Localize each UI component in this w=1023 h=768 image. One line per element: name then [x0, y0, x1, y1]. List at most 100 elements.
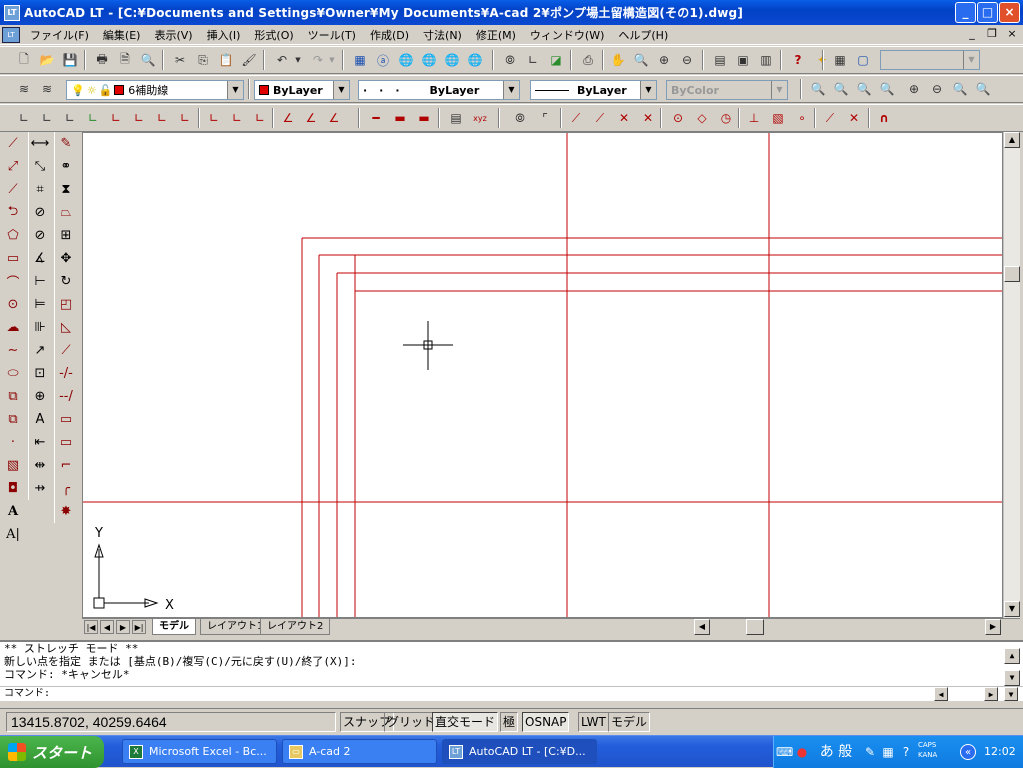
menu-insert[interactable]: 挿入(I): [200, 27, 248, 43]
stretch-icon[interactable]: ◺: [55, 316, 77, 339]
ucs-named-icon[interactable]: ∠: [301, 108, 321, 128]
redo-icon[interactable]: ↷: [308, 50, 328, 70]
ucs-3point-icon[interactable]: ∟: [106, 108, 126, 128]
polar-toggle[interactable]: 極: [500, 712, 519, 732]
rectangle-icon[interactable]: ▭: [2, 247, 24, 270]
cmd-scroll-up-icon[interactable]: ▲: [1004, 648, 1020, 664]
snap-endpoint2-icon[interactable]: ⟋: [566, 108, 586, 128]
scroll-up-icon[interactable]: ▲: [1004, 132, 1020, 148]
dimension-update-icon[interactable]: ⇹: [29, 454, 51, 477]
menu-draw[interactable]: 作成(D): [363, 27, 416, 43]
redraw-icon[interactable]: ⎙: [578, 50, 598, 70]
snap-quadrant-icon[interactable]: ◇: [692, 108, 712, 128]
autodesk-point-a-icon[interactable]: ⓐ: [373, 50, 393, 70]
ucs-apply-icon[interactable]: ∠: [278, 108, 298, 128]
dimension-text-edit-icon[interactable]: ⇤: [29, 431, 51, 454]
ray-icon[interactable]: ⟋: [2, 178, 24, 201]
dim-ordinate-icon[interactable]: ▬: [414, 108, 434, 128]
ucs-y-icon[interactable]: ∟: [227, 108, 247, 128]
tab-last-icon[interactable]: ▶|: [132, 620, 146, 634]
snap-center-icon[interactable]: ⊙: [668, 108, 688, 128]
dimension-style-icon[interactable]: ⇸: [29, 477, 51, 500]
document-icon[interactable]: LT: [2, 26, 20, 43]
ucs-z-icon[interactable]: ∟: [250, 108, 270, 128]
ordinate-dimension-icon[interactable]: ⌗: [29, 178, 51, 201]
viewport-scale-combo[interactable]: ▼: [880, 50, 980, 70]
revision-cloud-icon[interactable]: ☁: [2, 316, 24, 339]
ucs-icon[interactable]: ∟: [523, 50, 543, 70]
print-icon[interactable]: 🖶: [92, 50, 112, 70]
maximize-button[interactable]: □: [977, 2, 998, 23]
menu-dimension[interactable]: 寸法(N): [416, 27, 469, 43]
layer-manager-icon[interactable]: ≋: [14, 79, 34, 99]
menu-format[interactable]: 形式(O): [247, 27, 300, 43]
lwt-toggle[interactable]: LWT: [578, 712, 609, 732]
cmd-hscroll-right-icon[interactable]: ▶: [984, 687, 998, 701]
zoom-all-icon[interactable]: 🔍: [950, 79, 970, 99]
single-viewport-icon[interactable]: ▢: [853, 50, 873, 70]
snap-intersection-icon[interactable]: ✕: [614, 108, 634, 128]
break-point-icon[interactable]: ▭: [55, 408, 77, 431]
osnap-toggle[interactable]: OSNAP: [522, 712, 570, 732]
hatch-icon[interactable]: ▧: [2, 454, 24, 477]
scroll-down-icon[interactable]: ▼: [1004, 601, 1020, 617]
zoom-window-icon[interactable]: ⊕: [654, 50, 674, 70]
osnap-icon[interactable]: ⦾: [500, 50, 520, 70]
single-line-text-icon[interactable]: A|: [2, 523, 24, 546]
snap-apparent-intersection-icon[interactable]: ✕: [638, 108, 658, 128]
erase-icon[interactable]: ✎: [55, 132, 77, 155]
tab-first-icon[interactable]: |◀: [84, 620, 98, 634]
tolerance-icon[interactable]: ⊡: [29, 362, 51, 385]
break-icon[interactable]: ▭: [55, 431, 77, 454]
undo-dropdown-icon[interactable]: ▼: [292, 50, 304, 70]
vertical-scrollbar[interactable]: ▲ ▼: [1003, 132, 1020, 618]
quick-dimension-icon[interactable]: ⊢: [29, 270, 51, 293]
polygon-icon[interactable]: ⬠: [2, 224, 24, 247]
layer-combo[interactable]: 💡 ☼ 🔓 6補助線 ▼: [66, 80, 244, 100]
ucs-manager-icon[interactable]: ∠: [324, 108, 344, 128]
ucs-x-icon[interactable]: ∟: [204, 108, 224, 128]
ucs-previous-icon[interactable]: ∟: [37, 108, 57, 128]
save-icon[interactable]: 💾: [60, 50, 80, 70]
cmd-scroll-down-icon[interactable]: ▼: [1004, 670, 1020, 686]
zoom-window-icon[interactable]: 🔍: [808, 79, 828, 99]
rotate-icon[interactable]: ↻: [55, 270, 77, 293]
snap-perpendicular-icon[interactable]: ⊥: [744, 108, 764, 128]
clock[interactable]: 12:02: [984, 745, 1016, 758]
design-center-icon[interactable]: ▦: [350, 50, 370, 70]
zoom-center-icon[interactable]: 🔍: [877, 79, 897, 99]
mirror-icon[interactable]: ⧗: [55, 178, 77, 201]
snap-endpoint-icon[interactable]: ⦾: [510, 108, 530, 128]
display-order-icon[interactable]: ◪: [546, 50, 566, 70]
zoom-out-icon[interactable]: ⊖: [927, 79, 947, 99]
snap-midpoint-icon[interactable]: ⟋: [590, 108, 610, 128]
menu-window[interactable]: ウィンドウ(W): [523, 27, 611, 43]
command-line[interactable]: コマンド: ◀ ▶ ▼: [0, 686, 1023, 701]
new-file-icon[interactable]: 🗋: [14, 50, 34, 70]
lineweight-combo[interactable]: ByLayer ▼: [530, 80, 657, 100]
ucs-origin-icon[interactable]: ∟: [60, 108, 80, 128]
scale-text-icon[interactable]: xyz: [470, 108, 490, 128]
dimension-edit-icon[interactable]: A: [29, 408, 51, 431]
move-icon[interactable]: ✥: [55, 247, 77, 270]
multiline-text-icon[interactable]: A: [2, 500, 24, 523]
ucs-world-icon[interactable]: ∟: [14, 108, 34, 128]
linear-dimension-icon[interactable]: ⟷: [29, 132, 51, 155]
circle-icon[interactable]: ⊙: [2, 293, 24, 316]
redo-dropdown-icon[interactable]: ▼: [326, 50, 338, 70]
tab-model[interactable]: モデル: [152, 619, 196, 635]
trim-icon[interactable]: -/-: [55, 362, 77, 385]
zoom-previous-icon[interactable]: ⊖: [677, 50, 697, 70]
drawing-canvas[interactable]: Y X: [82, 132, 1003, 618]
hscroll-left-icon[interactable]: ◀: [694, 619, 710, 635]
model-toggle[interactable]: モデル: [608, 712, 651, 732]
osnap-settings-icon[interactable]: ∩: [874, 108, 894, 128]
ime-pad-icon[interactable]: ●: [794, 744, 810, 760]
taskbar-excel[interactable]: X Microsoft Excel - Bc...: [122, 739, 277, 764]
ucs-object-icon[interactable]: ∟: [129, 108, 149, 128]
snap-none-icon[interactable]: ✕: [844, 108, 864, 128]
cmd-scroll-down2-icon[interactable]: ▼: [1004, 687, 1018, 701]
tab-next-icon[interactable]: ▶: [116, 620, 130, 634]
dim-aligned-icon[interactable]: ▬: [390, 108, 410, 128]
menu-view[interactable]: 表示(V): [147, 27, 199, 43]
